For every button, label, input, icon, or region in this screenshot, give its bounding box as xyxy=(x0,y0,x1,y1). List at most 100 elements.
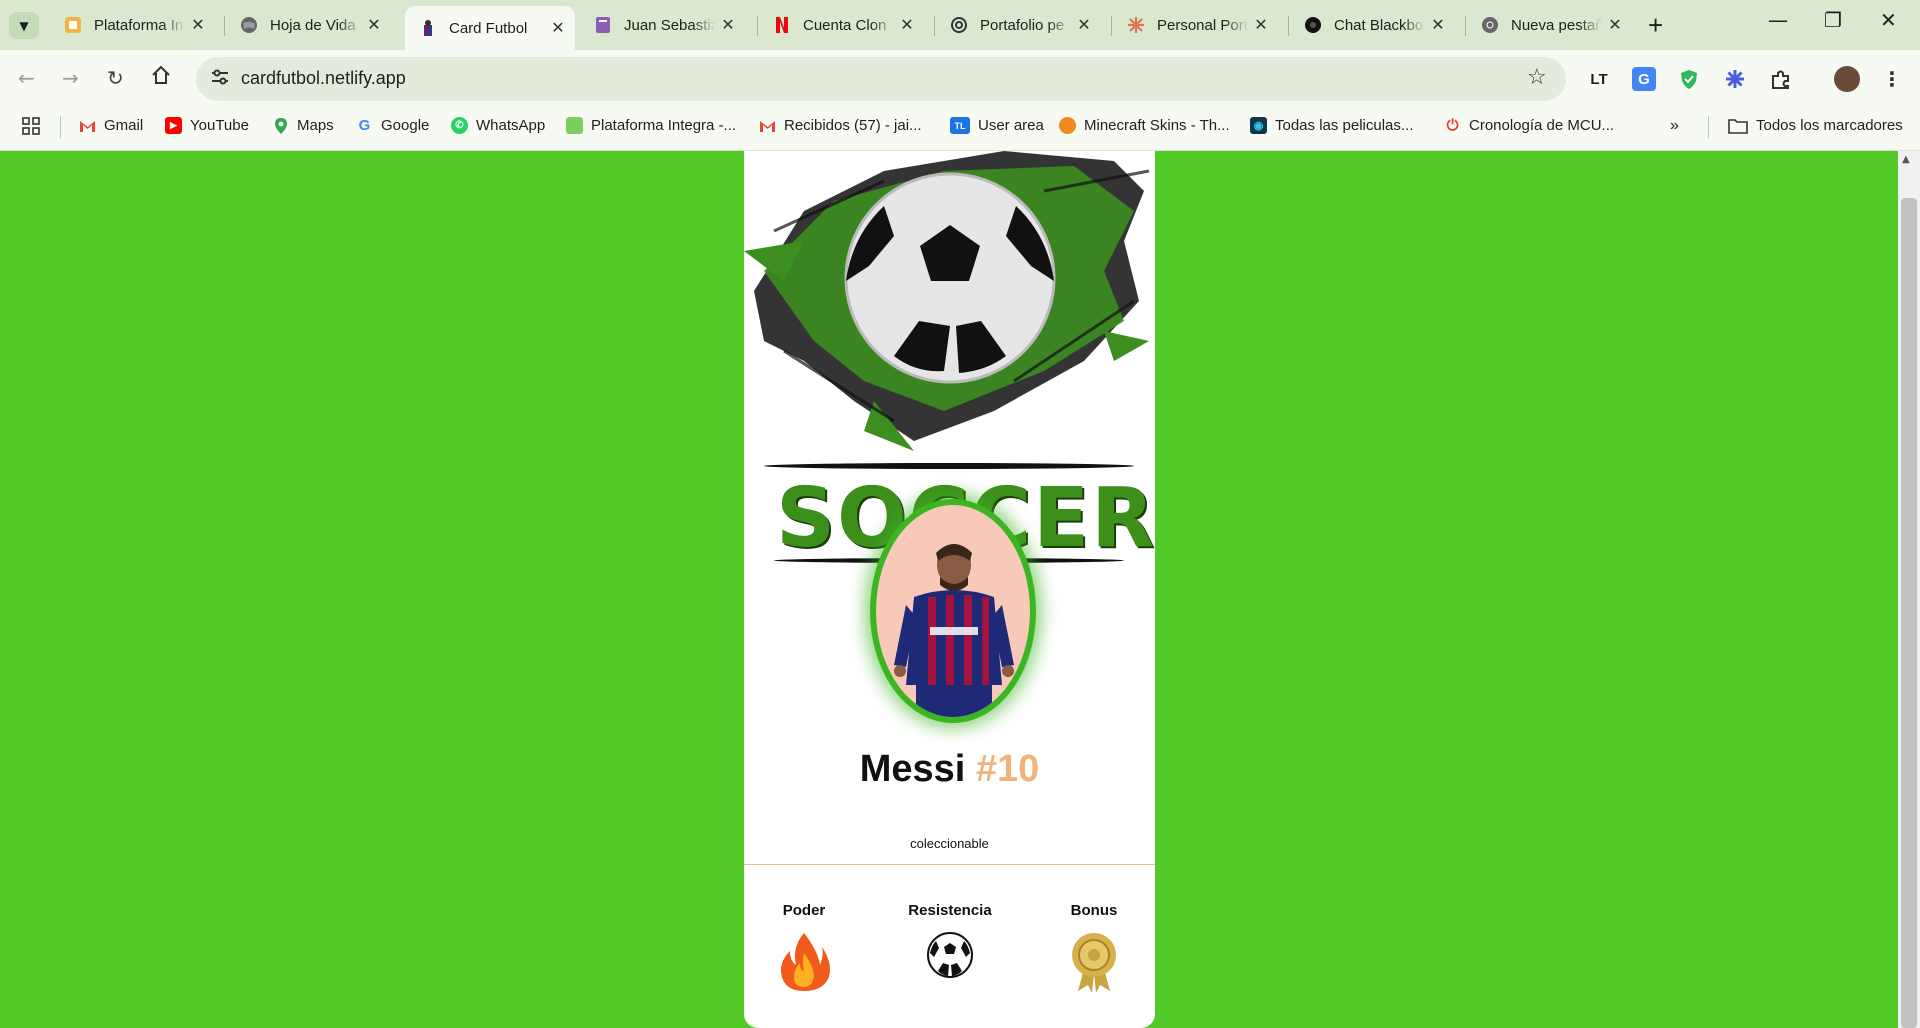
avatar[interactable] xyxy=(1834,66,1860,92)
close-icon[interactable]: ✕ xyxy=(1248,15,1274,35)
tab-plataforma[interactable]: Plataforma In ✕ xyxy=(50,8,215,42)
bookmark-mcu[interactable]: ⏻ Cronología de MCU... xyxy=(1444,117,1615,134)
tab-title: Juan Sebastia xyxy=(624,16,715,34)
card-subtitle: coleccionable xyxy=(910,836,989,851)
more-bookmarks-button[interactable]: » xyxy=(1670,117,1679,135)
bookmark-label: Maps xyxy=(297,117,334,134)
all-bookmarks-button[interactable]: Todos los marcadores xyxy=(1728,117,1903,134)
maps-icon xyxy=(272,117,289,134)
home-button[interactable] xyxy=(150,64,172,91)
languagetool-icon[interactable]: LT xyxy=(1587,67,1611,91)
plataforma-icon xyxy=(566,117,583,134)
puzzle-extensions-icon[interactable] xyxy=(1769,67,1793,91)
gmail-icon xyxy=(79,117,96,134)
tab-hoja-de-vida[interactable]: Hoja de Vida ✕ xyxy=(226,8,391,42)
scroll-up-icon[interactable]: ▲ xyxy=(1902,154,1910,165)
bookmark-whatsapp[interactable]: ✆ WhatsApp xyxy=(451,117,545,134)
minimize-icon: — xyxy=(1768,8,1788,32)
back-button[interactable]: ← xyxy=(18,66,35,90)
pumpkin-icon xyxy=(1059,117,1076,134)
apps-icon[interactable] xyxy=(22,117,40,135)
bookmark-label: Todos los marcadores xyxy=(1756,117,1903,134)
bookmark-plataforma[interactable]: Plataforma Integra -... xyxy=(566,117,736,134)
bookmark-youtube[interactable]: ▶ YouTube xyxy=(165,117,249,134)
player-figure-graphic xyxy=(894,544,1014,717)
tab-search-button[interactable]: ▼ xyxy=(9,12,39,39)
bookmark-star-icon[interactable]: ☆ xyxy=(1527,65,1547,90)
tab-personal-port[interactable]: Personal Port ✕ xyxy=(1113,8,1278,42)
tab-nueva-pestana[interactable]: Nueva pestañ ✕ xyxy=(1467,8,1632,42)
tab-separator xyxy=(1465,16,1466,36)
bookmark-user-area[interactable]: TL User area xyxy=(950,117,1044,134)
bookmark-label: Cronología de MCU... xyxy=(1469,117,1615,134)
close-icon[interactable]: ✕ xyxy=(1425,15,1451,35)
stat-poder: Poder xyxy=(744,902,864,993)
close-window-button[interactable]: ✕ xyxy=(1880,8,1897,32)
restore-button[interactable]: ❐ xyxy=(1824,8,1842,32)
bookmark-label: Gmail xyxy=(104,117,144,134)
tab-separator xyxy=(757,16,758,36)
tab-juan-sebastian[interactable]: Juan Sebastia ✕ xyxy=(580,8,745,42)
card-futbol-icon xyxy=(419,19,437,37)
bookmark-label: Minecraft Skins - Th... xyxy=(1084,117,1230,134)
minimize-button[interactable]: — xyxy=(1768,8,1788,32)
tab-portafolio[interactable]: Portafolio pe ✕ xyxy=(936,8,1101,42)
tab-separator xyxy=(934,16,935,36)
netflix-icon xyxy=(773,16,791,34)
arrow-left-icon: ← xyxy=(18,66,35,90)
close-icon[interactable]: ✕ xyxy=(1071,15,1097,35)
fire-icon xyxy=(776,931,832,993)
bookmark-minecraft[interactable]: Minecraft Skins - Th... xyxy=(1059,117,1230,134)
close-icon[interactable]: ✕ xyxy=(894,15,920,35)
player-card: SOCCER Messi #10 coleccionable Poder Res… xyxy=(744,151,1155,1028)
reload-icon: ↻ xyxy=(107,66,124,90)
stat-label: Poder xyxy=(782,902,826,919)
whatsapp-icon: ✆ xyxy=(451,117,468,134)
translate-icon[interactable]: G xyxy=(1632,67,1656,91)
more-menu-icon[interactable]: ⋮ xyxy=(1880,67,1904,91)
tab-chat-blackbox[interactable]: Chat Blackbo ✕ xyxy=(1290,8,1455,42)
close-icon[interactable]: ✕ xyxy=(185,15,211,35)
tab-title: Personal Port xyxy=(1157,16,1248,34)
ball-splash-graphic xyxy=(744,151,1150,451)
close-icon[interactable]: ✕ xyxy=(545,18,571,38)
tab-title: Nueva pestañ xyxy=(1511,16,1602,34)
site-info-icon[interactable] xyxy=(210,67,230,92)
bookmark-peliculas[interactable]: ◉ Todas las peliculas... xyxy=(1250,117,1413,134)
player-photo xyxy=(870,499,1036,723)
folder-icon xyxy=(1728,117,1748,134)
gmail-icon xyxy=(759,117,776,134)
close-icon[interactable]: ✕ xyxy=(715,15,741,35)
tab-title: Card Futbol xyxy=(449,19,528,37)
close-icon[interactable]: ✕ xyxy=(361,15,387,35)
shield-icon[interactable] xyxy=(1677,67,1701,91)
bookmark-gmail[interactable]: Gmail xyxy=(79,117,143,134)
stat-label: Resistencia xyxy=(908,902,992,919)
stat-resistencia: Resistencia xyxy=(890,902,1010,993)
scrollbar-thumb[interactable] xyxy=(1901,198,1917,1028)
bookmark-recibidos[interactable]: Recibidos (57) - jai... xyxy=(759,117,922,134)
bookmark-google[interactable]: G Google xyxy=(356,117,430,134)
openai-icon xyxy=(950,16,968,34)
reload-button[interactable]: ↻ xyxy=(107,66,124,90)
forward-button[interactable]: → xyxy=(62,66,79,90)
sparkle-extension-icon[interactable] xyxy=(1723,67,1747,91)
soccer-ball-icon xyxy=(922,931,978,993)
bookmark-label: User area xyxy=(978,117,1044,134)
bookmark-label: YouTube xyxy=(190,117,249,134)
tab-card-futbol[interactable]: Card Futbol ✕ xyxy=(405,6,575,50)
globe-icon xyxy=(240,16,258,34)
banner-top-stroke xyxy=(764,463,1134,469)
bookmark-maps[interactable]: Maps xyxy=(272,117,334,134)
tab-separator xyxy=(224,16,225,36)
url-text[interactable]: cardfutbol.netlify.app xyxy=(241,68,406,89)
new-tab-button[interactable]: + xyxy=(1648,10,1663,41)
medal-icon xyxy=(1066,931,1122,993)
player-number: #10 xyxy=(975,748,1040,790)
close-icon[interactable]: ✕ xyxy=(1602,15,1628,35)
tab-title: Hoja de Vida xyxy=(270,16,356,34)
tab-separator xyxy=(1288,16,1289,36)
arrow-right-icon: → xyxy=(62,66,79,90)
tab-cuenta-clon[interactable]: Cuenta Clon ✕ xyxy=(759,8,924,42)
chevron-double-right-icon: » xyxy=(1670,117,1679,134)
